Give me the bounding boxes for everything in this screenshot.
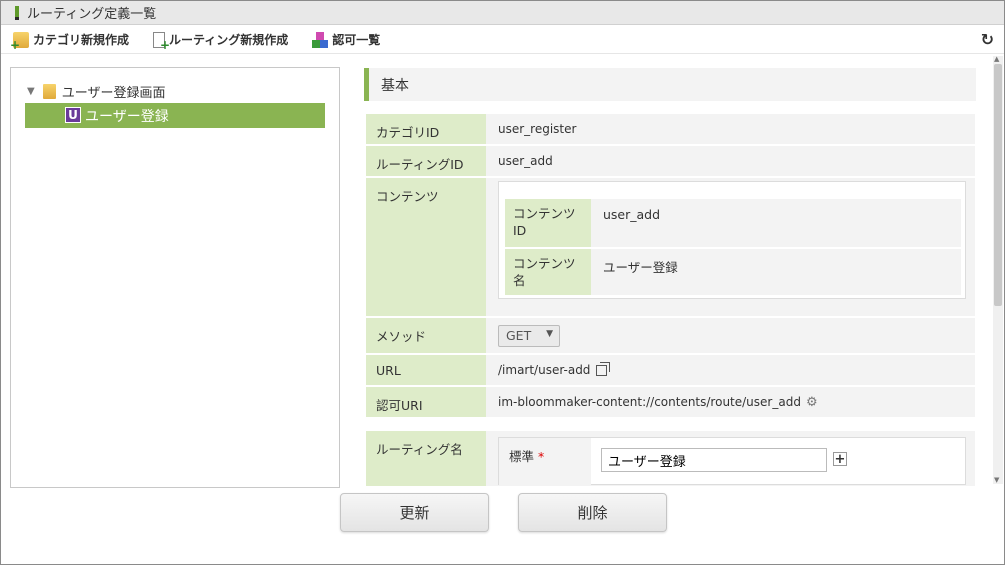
- tree-node-category[interactable]: ▼ ユーザー登録画面: [27, 81, 165, 101]
- field-row-routing-id: ルーティングID user_add: [366, 146, 975, 176]
- routing-tree: ▼ ユーザー登録画面 U ユーザー登録: [10, 67, 340, 488]
- url-value: /imart/user-add: [498, 363, 591, 377]
- standard-label: 標準: [509, 449, 535, 464]
- expand-triangle-icon[interactable]: ▼: [27, 86, 35, 97]
- contents-label: コンテンツ: [366, 178, 486, 316]
- auth-uri-value: im-bloommaker-content://contents/route/u…: [498, 395, 801, 409]
- url-label: URL: [366, 355, 486, 385]
- section-title: 基本: [381, 77, 409, 94]
- refresh-icon[interactable]: ↻: [981, 30, 994, 49]
- category-id-value: user_register: [486, 114, 975, 144]
- tree-node-routing-label: ユーザー登録: [85, 108, 169, 125]
- routing-name-input[interactable]: [601, 448, 827, 472]
- contents-name-value: ユーザー登録: [591, 249, 961, 295]
- routing-name-label: ルーティング名: [366, 431, 486, 486]
- contents-id-label: コンテンツ ID: [505, 199, 591, 247]
- required-mark: *: [538, 449, 545, 464]
- scroll-up-arrow-icon[interactable]: ▲: [994, 55, 999, 63]
- add-locale-plus-icon[interactable]: +: [833, 452, 847, 467]
- auth-uri-value-cell: im-bloommaker-content://contents/route/u…: [486, 387, 975, 417]
- contents-id-value: user_add: [591, 199, 961, 247]
- routing-new-button[interactable]: ルーティング新規作成: [153, 31, 289, 52]
- auth-list-label: 認可一覧: [332, 33, 381, 47]
- tree-node-routing-selected[interactable]: U ユーザー登録: [25, 103, 325, 128]
- url-value-cell: /imart/user-add: [486, 355, 975, 385]
- folder-add-icon: [10, 31, 29, 52]
- update-button[interactable]: 更新: [340, 493, 489, 532]
- auth-uri-label: 認可URI: [366, 387, 486, 417]
- method-select[interactable]: GET ▼: [498, 324, 560, 347]
- field-row-auth-uri: 認可URI im-bloommaker-content://contents/r…: [366, 387, 975, 417]
- title-bar: ルーティング定義一覧: [1, 1, 1004, 25]
- scrollbar-thumb[interactable]: [994, 64, 1002, 306]
- title-mark-icon: [15, 5, 19, 20]
- toolbar: カテゴリ新規作成 ルーティング新規作成 認可一覧 ↻: [1, 26, 1004, 54]
- folder-icon: [42, 83, 56, 99]
- copy-icon[interactable]: [596, 361, 611, 376]
- blocks-icon: [312, 31, 329, 48]
- section-header: 基本: [364, 68, 976, 101]
- gear-icon[interactable]: ⚙: [806, 395, 818, 410]
- document-add-icon: [153, 31, 170, 52]
- user-routing-icon: U: [65, 107, 81, 123]
- auth-list-button[interactable]: 認可一覧: [312, 31, 380, 48]
- standard-label-cell: 標準 *: [499, 438, 591, 486]
- contents-id-row: コンテンツ ID user_add: [505, 199, 961, 247]
- routing-new-label: ルーティング新規作成: [169, 33, 289, 47]
- routing-id-value: user_add: [486, 146, 975, 176]
- delete-button[interactable]: 削除: [518, 493, 667, 532]
- contents-name-row: コンテンツ 名 ユーザー登録: [505, 249, 961, 295]
- chevron-down-icon: ▼: [546, 328, 553, 339]
- method-select-value: GET: [506, 328, 532, 343]
- method-label: メソッド: [366, 318, 486, 353]
- field-row-method: メソッド GET ▼: [366, 318, 975, 353]
- tree-node-category-label: ユーザー登録画面: [61, 85, 166, 101]
- field-row-url: URL /imart/user-add: [366, 355, 975, 385]
- category-new-label: カテゴリ新規作成: [33, 33, 130, 47]
- routing-name-box: 標準* +: [498, 437, 966, 486]
- window-title: ルーティング定義一覧: [27, 7, 157, 22]
- method-value-cell: GET ▼: [486, 318, 975, 353]
- scrollbar[interactable]: ▲ ▼: [993, 55, 1003, 484]
- category-id-label: カテゴリID: [366, 114, 486, 144]
- routing-id-label: ルーティングID: [366, 146, 486, 176]
- scroll-down-arrow-icon[interactable]: ▼: [994, 476, 999, 484]
- detail-panel: 基本 カテゴリID user_register ルーティングID user_ad…: [352, 56, 992, 486]
- field-row-category-id: カテゴリID user_register: [366, 114, 975, 144]
- category-new-button[interactable]: カテゴリ新規作成: [10, 31, 130, 52]
- contents-detail-box: コンテンツ ID user_add コンテンツ 名 ユーザー登録: [498, 181, 966, 299]
- contents-name-label: コンテンツ 名: [505, 249, 591, 295]
